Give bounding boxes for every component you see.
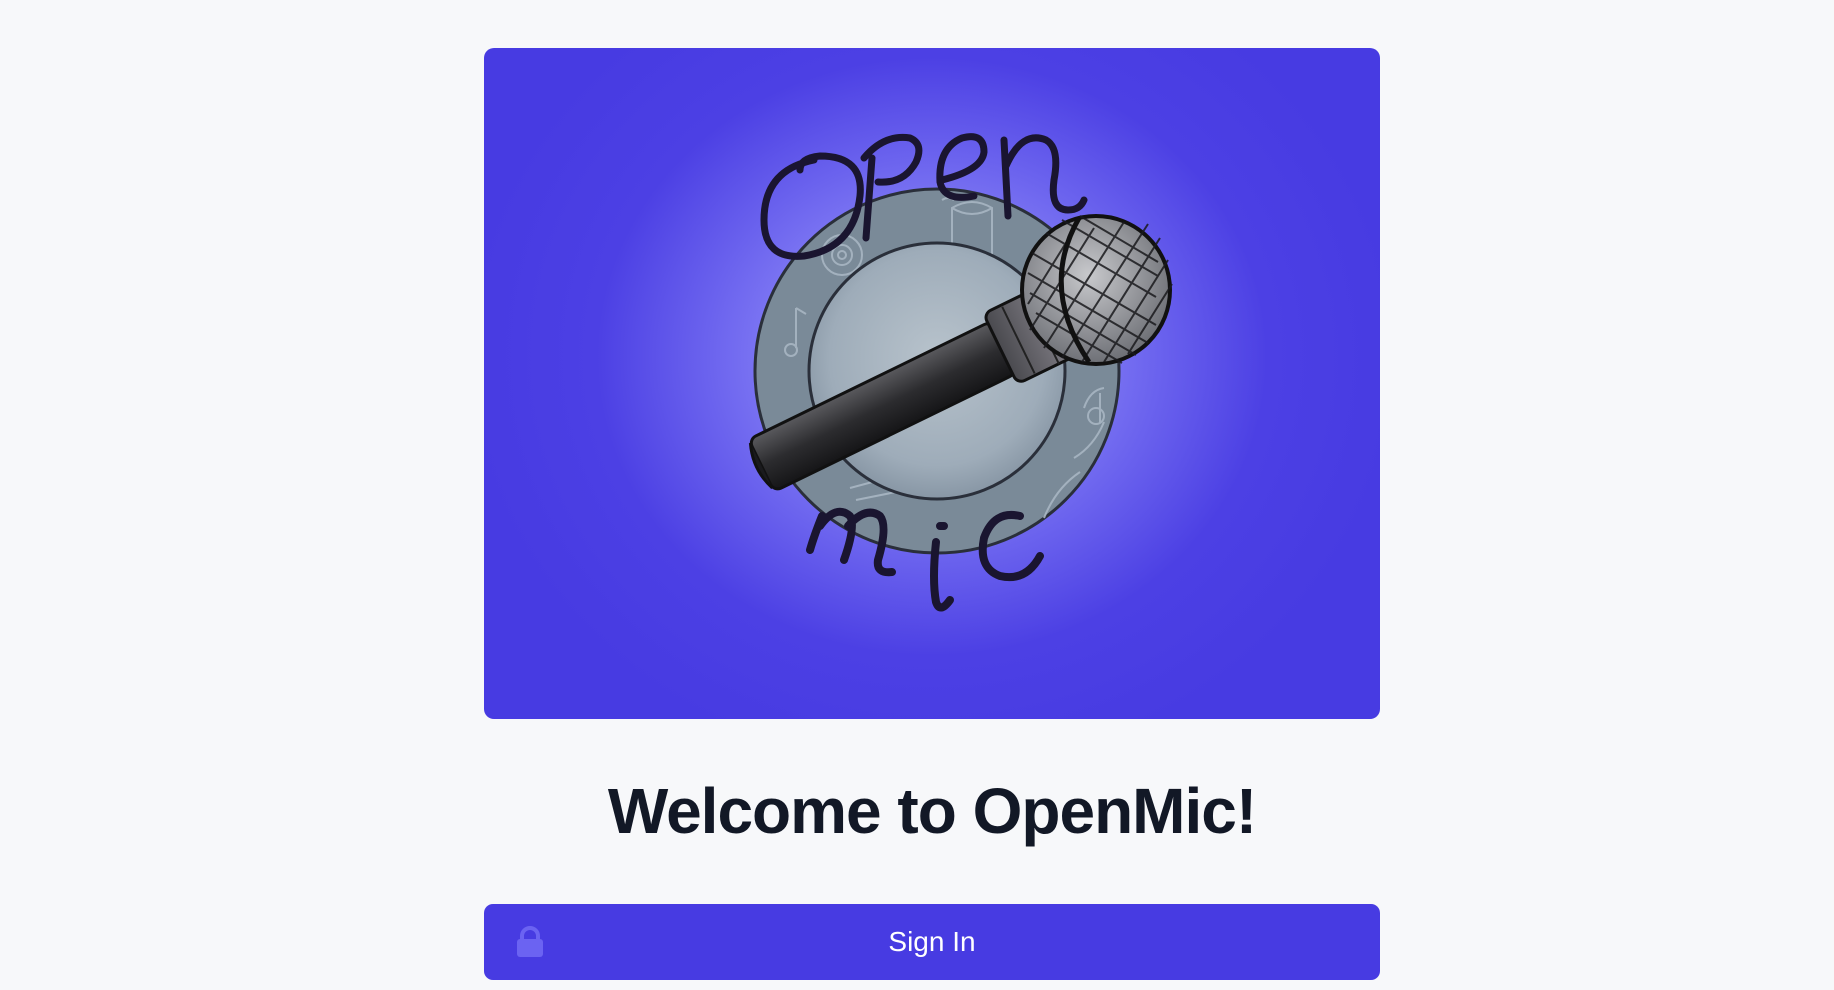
welcome-column: Welcome to OpenMic! xyxy=(484,48,1380,850)
openmic-logo xyxy=(748,133,1173,612)
lock-icon xyxy=(517,926,543,957)
page: Welcome to OpenMic! Sign In xyxy=(0,0,1834,990)
sign-in-button[interactable]: Sign In xyxy=(484,904,1380,980)
hero-banner xyxy=(484,48,1380,719)
sign-in-label: Sign In xyxy=(888,926,976,957)
page-title: Welcome to OpenMic! xyxy=(607,775,1257,847)
